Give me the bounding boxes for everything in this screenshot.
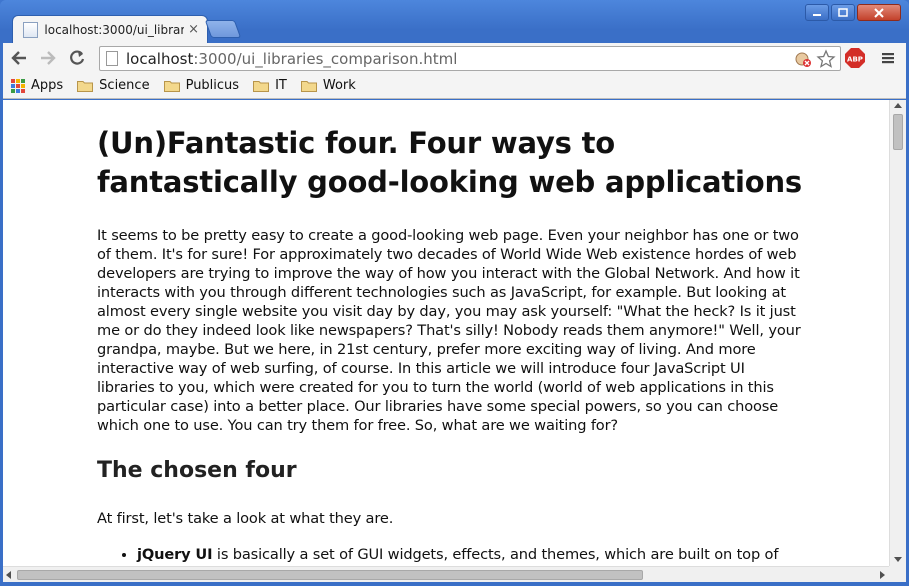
toolbar: localhost:3000/ui_libraries_comparison.h… bbox=[3, 43, 906, 73]
article: (Un)Fantastic four. Four ways to fantast… bbox=[97, 124, 803, 566]
library-description: is basically a set of GUI widgets, effec… bbox=[137, 546, 779, 566]
close-window-button[interactable] bbox=[857, 4, 901, 21]
bookmark-label: IT bbox=[275, 78, 287, 93]
new-tab-button[interactable] bbox=[204, 20, 242, 38]
cookie-blocked-icon[interactable] bbox=[794, 50, 812, 68]
scroll-right-icon[interactable] bbox=[880, 571, 885, 579]
tab-close-icon[interactable]: × bbox=[188, 22, 199, 37]
omnibox-actions bbox=[794, 49, 836, 69]
folder-icon bbox=[300, 80, 317, 92]
page-icon bbox=[106, 51, 118, 66]
svg-text:ABP: ABP bbox=[847, 56, 863, 64]
reload-button[interactable] bbox=[64, 45, 90, 71]
reload-icon bbox=[70, 50, 85, 65]
back-arrow-icon bbox=[11, 51, 26, 65]
back-button[interactable] bbox=[6, 45, 32, 71]
intro-paragraph: At first, let's take a look at what they… bbox=[97, 510, 394, 527]
horizontal-scroll-thumb[interactable] bbox=[17, 570, 643, 580]
article-paragraph: It seems to be pretty easy to create a g… bbox=[97, 227, 801, 434]
bookmark-work[interactable]: Work bbox=[300, 78, 356, 93]
vertical-scrollbar[interactable] bbox=[889, 100, 906, 566]
scrollbar-corner bbox=[889, 566, 906, 582]
url-text[interactable]: localhost:3000/ui_libraries_comparison.h… bbox=[126, 50, 457, 68]
browser-tab[interactable]: localhost:3000/ui_librar × bbox=[12, 15, 208, 43]
scroll-up-icon[interactable] bbox=[894, 103, 902, 108]
bookmarks-bar: Apps Science Publicus IT Work bbox=[3, 73, 906, 99]
bookmark-apps[interactable]: Apps bbox=[11, 78, 63, 93]
page-content: (Un)Fantastic four. Four ways to fantast… bbox=[3, 100, 889, 566]
bookmark-publicus[interactable]: Publicus bbox=[163, 78, 240, 93]
close-icon bbox=[874, 7, 884, 18]
address-bar[interactable]: localhost:3000/ui_libraries_comparison.h… bbox=[99, 46, 841, 71]
menu-icon[interactable] bbox=[879, 49, 897, 67]
bookmark-label: Work bbox=[322, 78, 356, 93]
browser-window: localhost:3000/ui_librar × localhost:300… bbox=[0, 0, 909, 586]
libraries-list: jQuery UI is basically a set of GUI widg… bbox=[97, 545, 803, 566]
folder-icon bbox=[163, 80, 180, 92]
bookmark-label: Apps bbox=[31, 78, 64, 93]
window-controls bbox=[805, 4, 901, 21]
minimize-icon bbox=[813, 13, 821, 16]
tab-title: localhost:3000/ui_librar bbox=[44, 22, 185, 37]
apps-grid-icon bbox=[11, 78, 25, 93]
section-heading: The chosen four bbox=[97, 458, 297, 483]
horizontal-scrollbar[interactable] bbox=[3, 566, 889, 582]
bookmark-it[interactable]: IT bbox=[253, 78, 287, 93]
scroll-down-icon[interactable] bbox=[894, 557, 902, 562]
list-item: jQuery UI is basically a set of GUI widg… bbox=[137, 545, 803, 566]
folder-icon bbox=[253, 80, 270, 92]
bookmark-label: Science bbox=[99, 78, 150, 93]
bookmark-science[interactable]: Science bbox=[77, 78, 150, 93]
maximize-button[interactable] bbox=[831, 4, 855, 21]
library-name: jQuery UI bbox=[137, 546, 213, 563]
maximize-icon bbox=[838, 7, 848, 17]
folder-icon bbox=[77, 80, 94, 92]
star-icon[interactable] bbox=[816, 49, 836, 69]
minimize-button[interactable] bbox=[805, 4, 829, 21]
scroll-left-icon[interactable] bbox=[6, 571, 11, 579]
vertical-scroll-thumb[interactable] bbox=[893, 114, 903, 150]
adblock-plus-icon[interactable]: ABP bbox=[845, 48, 865, 68]
page-title: (Un)Fantastic four. Four ways to fantast… bbox=[97, 126, 802, 199]
page-icon bbox=[23, 21, 39, 38]
forward-button[interactable] bbox=[35, 45, 61, 71]
bookmark-label: Publicus bbox=[185, 78, 240, 93]
forward-arrow-icon bbox=[41, 51, 56, 65]
